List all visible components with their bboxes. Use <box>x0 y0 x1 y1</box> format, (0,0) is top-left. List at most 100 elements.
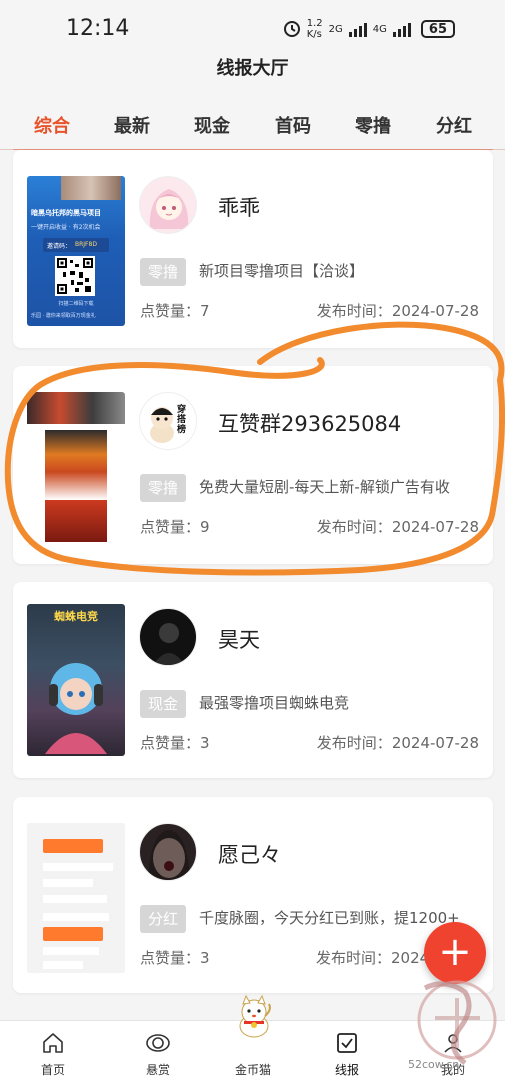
publish-time: 发布时间：2024-07-28 <box>317 300 479 321</box>
checkbox-icon <box>337 1033 357 1053</box>
like-count-value: 3 <box>200 734 210 752</box>
tab-first-code[interactable]: 首码 <box>275 112 311 138</box>
publish-time-label: 发布时间： <box>316 518 392 536</box>
qr-code-icon <box>55 256 95 296</box>
chat-bubble <box>43 927 103 941</box>
post-description: 新项目零撸项目【洽谈】 <box>199 262 365 280</box>
post-description: 千度脉圈，今天分红已到账，提1200+ <box>199 909 460 927</box>
nav-bounty-label: 悬赏 <box>145 1063 170 1077</box>
avatar[interactable] <box>139 608 197 666</box>
post-description: 免费大量短剧-每天上新-解锁广告有收 <box>199 478 450 496</box>
category-tag: 分红 <box>140 905 187 933</box>
post-card[interactable]: 穿搭榜 互赞群293625084 零撸 免费大量短剧-每天上新-解锁广告有收 点… <box>13 366 493 564</box>
nav-home[interactable]: 首页 <box>13 1021 93 1080</box>
like-count: 点赞量：7 <box>140 300 210 321</box>
chat-bubble <box>43 895 107 903</box>
nav-tips-label: 线报 <box>334 1063 359 1077</box>
like-count-label: 点赞量： <box>140 734 201 752</box>
thumb-screenshot-2 <box>45 430 107 500</box>
chat-bubble <box>43 863 113 871</box>
net-speed: 1.2 K/s <box>307 18 323 40</box>
net-type-2: 4G <box>372 23 387 35</box>
category-tag: 现金 <box>140 690 187 718</box>
post-thumbnail[interactable]: 蜘蛛电竞 <box>27 604 125 756</box>
publish-time: 发布时间：2024 <box>316 947 429 968</box>
page-title: 线报大厅 <box>216 58 289 79</box>
thumb-code-label: 邀请码： <box>47 243 72 250</box>
publish-time-label: 发布时间： <box>316 734 392 752</box>
like-count-label: 点赞量： <box>140 949 201 967</box>
alarm-icon <box>283 21 300 37</box>
net-speed-value: 1.2 <box>306 18 323 29</box>
avatar[interactable] <box>139 823 197 881</box>
tab-zero-cost[interactable]: 零撸 <box>355 112 391 138</box>
publish-time-label: 发布时间： <box>316 949 392 967</box>
nav-home-label: 首页 <box>40 1063 65 1077</box>
publish-time-value: 2024-07-28 <box>391 734 479 752</box>
post-thumbnail[interactable]: 暗黑乌托邦的黑马项目 一键开启收益 · 有2次机会 邀请码： BRJF8D 扫描… <box>27 176 125 326</box>
lucky-cat-icon[interactable] <box>232 994 276 1038</box>
thumb-subline: 一键开启收益 · 有2次机会 <box>31 224 101 231</box>
publish-time-value: 2024-07-28 <box>391 302 479 320</box>
chat-bubble <box>43 913 109 921</box>
avatar[interactable] <box>139 176 197 234</box>
chat-bubble <box>43 879 93 887</box>
publish-time-label: 发布时间： <box>316 302 392 320</box>
thumb-photo-strip <box>61 176 121 200</box>
thumb-code-box: 邀请码： BRJF8D <box>43 238 109 252</box>
signal-icon <box>392 21 411 37</box>
nav-coin-cat-label: 金币猫 <box>234 1063 271 1077</box>
gamer-illustration-icon <box>45 663 107 754</box>
avatar-caption: 穿搭榜 <box>177 405 187 435</box>
net-type-1: 2G <box>328 23 343 35</box>
like-count-label: 点赞量： <box>140 518 201 536</box>
nav-tips[interactable]: 线报 <box>307 1021 387 1080</box>
tab-latest[interactable]: 最新 <box>114 112 150 138</box>
like-count-value: 9 <box>200 518 210 536</box>
post-username[interactable]: 愿己々 <box>218 839 281 869</box>
thumb-screenshot-1 <box>27 392 125 424</box>
tab-all[interactable]: 综合 <box>34 112 70 138</box>
thumb-screenshot-3 <box>45 500 107 542</box>
category-tag: 零撸 <box>140 258 187 286</box>
home-icon <box>43 1033 63 1053</box>
chat-bubble <box>43 839 103 853</box>
post-thumbnail[interactable] <box>27 823 125 973</box>
signal-icon <box>348 21 367 37</box>
battery-indicator: 65 <box>420 20 455 38</box>
like-count: 点赞量：9 <box>140 516 210 537</box>
header: 线报大厅 <box>0 48 505 94</box>
status-bar: 12:14 1.2 K/s 2G 4G 65 <box>0 0 505 48</box>
status-time: 12:14 <box>66 16 130 41</box>
tab-dividend[interactable]: 分红 <box>436 112 472 138</box>
post-thumbnail[interactable] <box>27 392 125 542</box>
category-tag: 零撸 <box>140 474 187 502</box>
chat-bubble <box>43 961 83 969</box>
chat-bubble <box>43 947 99 955</box>
like-count-label: 点赞量： <box>140 302 201 320</box>
like-count-value: 7 <box>200 302 210 320</box>
thumb-footer-2: 乐园 · 邀你来领取百万现金礼 <box>31 313 96 319</box>
eye-icon <box>146 1034 170 1052</box>
tab-bar: 综合 最新 现金 首码 零撸 分红 <box>0 94 505 150</box>
post-card[interactable]: 愿己々 分红 千度脉圈，今天分红已到账，提1200+ 点赞量：3 发布时间：20… <box>13 797 493 993</box>
post-username[interactable]: 乖乖 <box>218 192 260 222</box>
like-count-value: 3 <box>200 949 210 967</box>
post-description: 最强零撸项目蜘蛛电竞 <box>199 694 350 712</box>
net-speed-unit: K/s <box>306 29 322 40</box>
publish-time: 发布时间：2024-07-28 <box>317 516 479 537</box>
nav-bounty[interactable]: 悬赏 <box>118 1021 198 1080</box>
thumb-footer-1: 扫描二维码下载 <box>58 301 94 307</box>
like-count: 点赞量：3 <box>140 732 210 753</box>
tab-cash[interactable]: 现金 <box>194 112 230 138</box>
post-card[interactable]: 暗黑乌托邦的黑马项目 一键开启收益 · 有2次机会 邀请码： BRJF8D 扫描… <box>13 150 493 348</box>
post-card[interactable]: 蜘蛛电竞 昊天 现金 最强零撸项目蜘蛛电竞 点赞量：3 发布时间：2024-07… <box>13 582 493 778</box>
thumb-code-value: BRJF8D <box>75 241 97 248</box>
avatar[interactable]: 穿搭榜 <box>139 392 197 450</box>
post-username[interactable]: 昊天 <box>218 624 260 654</box>
publish-time: 发布时间：2024-07-28 <box>317 732 479 753</box>
post-username[interactable]: 互赞群293625084 <box>218 408 401 438</box>
publish-time-value: 2024-07-28 <box>391 518 479 536</box>
thumb-headline: 暗黑乌托邦的黑马项目 <box>31 209 101 217</box>
watermark-text: 52cow.cn <box>408 1058 460 1071</box>
